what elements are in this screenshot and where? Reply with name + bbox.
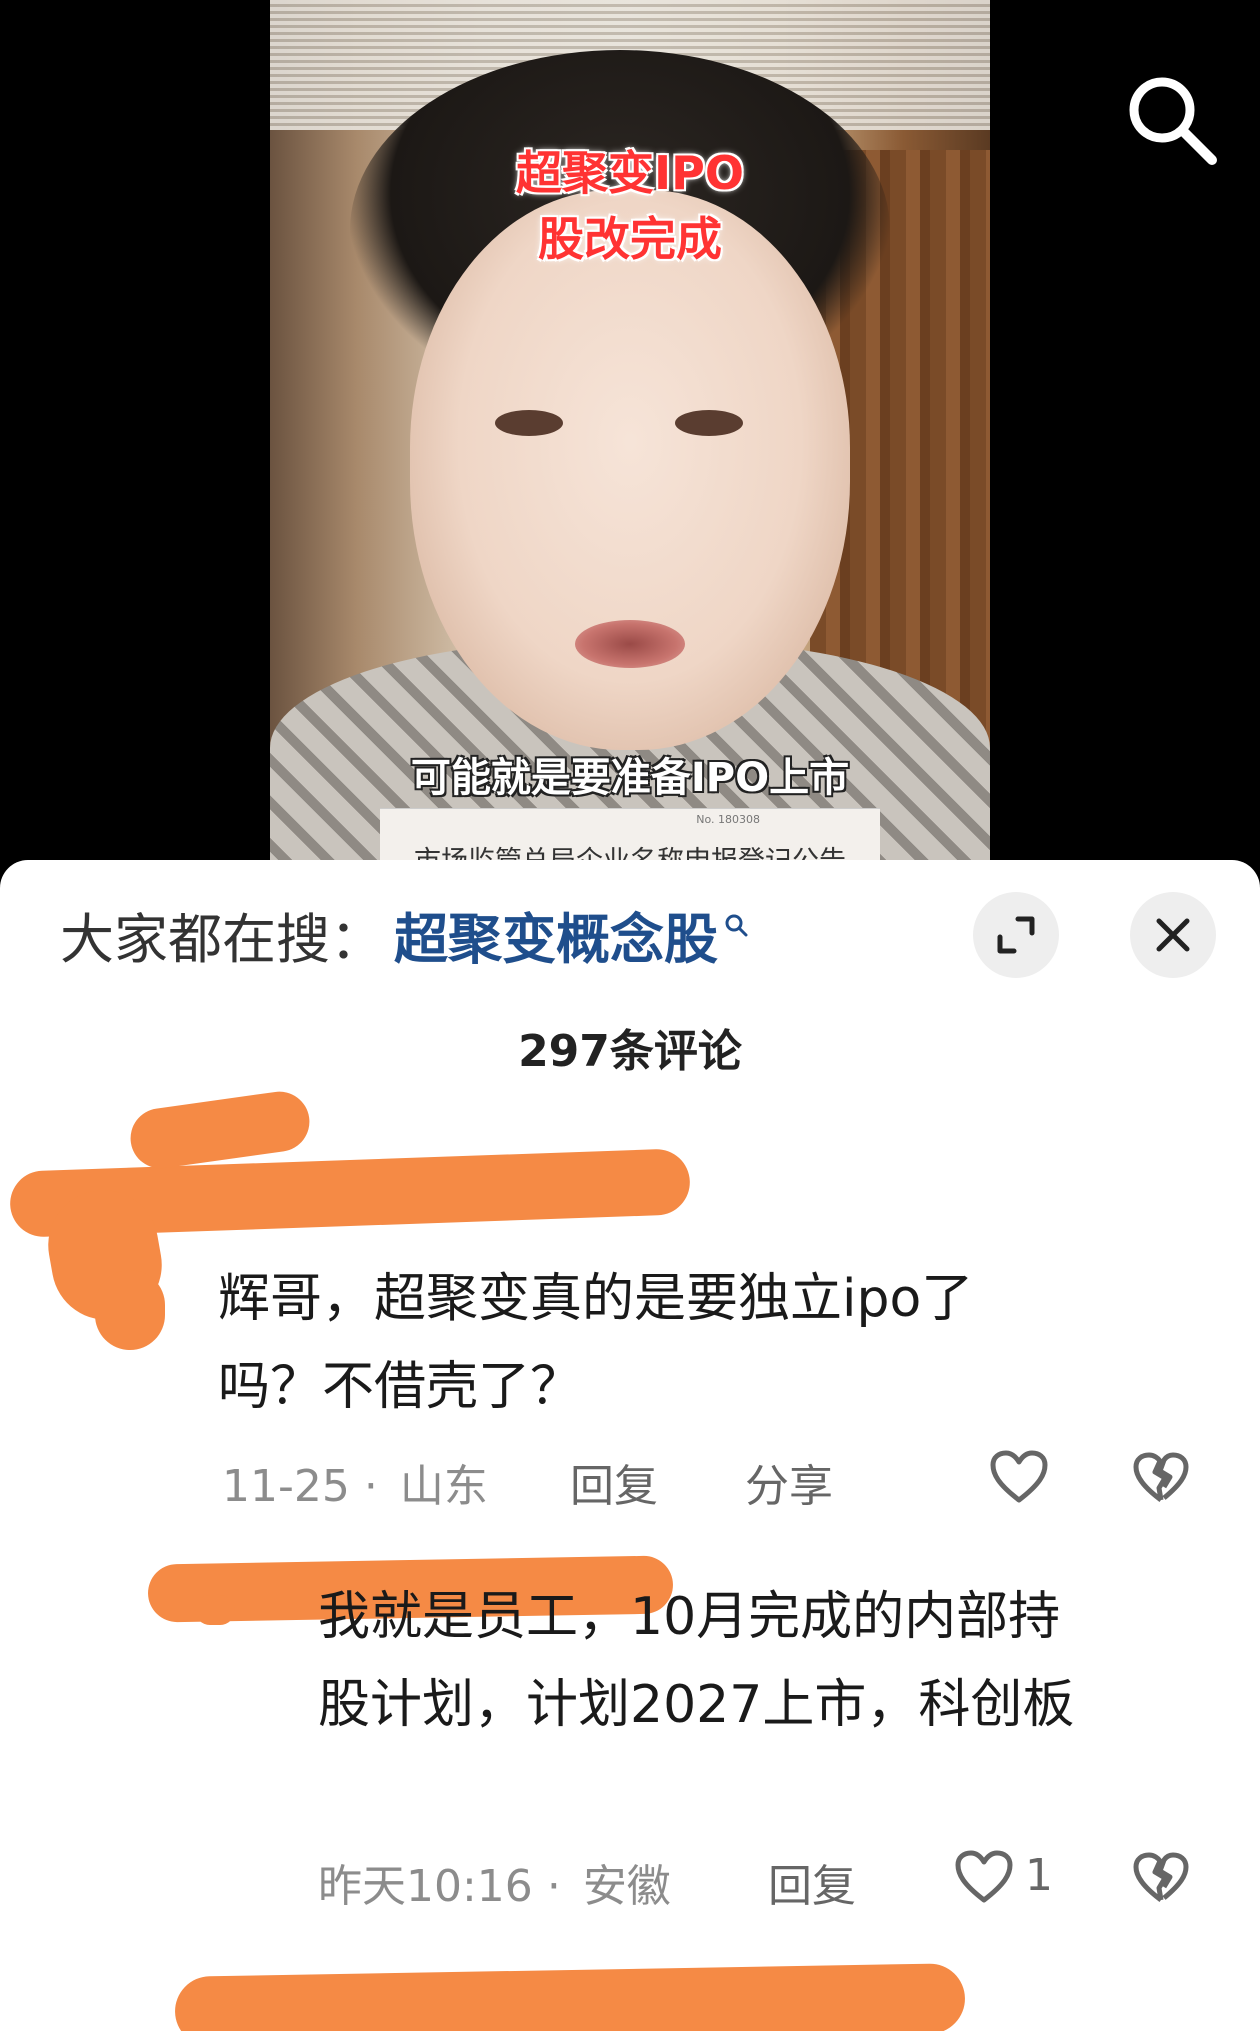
- comment-line: 股计划，计划2027上市，科创板: [318, 1675, 1075, 1735]
- hot-search-bar[interactable]: 大家都在搜： 超聚变概念股: [60, 905, 748, 975]
- reply-button[interactable]: 回复: [570, 1450, 658, 1514]
- comment-count: 297条评论: [518, 1026, 742, 1077]
- expand-button[interactable]: [973, 892, 1059, 978]
- video-subtitle: 可能就是要准备IPO上市: [410, 755, 850, 801]
- comment-date: 11-25: [222, 1461, 350, 1512]
- comment-date: 昨天10:16: [318, 1861, 533, 1912]
- small-search-icon: [725, 914, 748, 937]
- heart-icon: [990, 1450, 1048, 1503]
- dislike-button[interactable]: [1133, 1452, 1189, 1508]
- redacted-username: [174, 1963, 966, 2031]
- comment-location: 山东: [399, 1461, 488, 1512]
- redacted-avatar: [95, 1270, 165, 1350]
- like-button[interactable]: [990, 1450, 1048, 1508]
- comment-line: 我就是员工，10月完成的内部持: [318, 1587, 1061, 1647]
- expand-icon: [997, 916, 1035, 954]
- broken-heart-icon: [1133, 1452, 1189, 1502]
- comment-text: 我就是员工，10月完成的内部持 股计划，计划2027上市，科创板: [318, 1573, 1198, 1749]
- close-icon: [1156, 918, 1190, 952]
- document-number: No. 180308: [696, 813, 760, 826]
- broken-heart-icon: [1133, 1852, 1189, 1902]
- reply-button[interactable]: 回复: [768, 1850, 856, 1914]
- meta-separator: ·: [363, 1461, 378, 1512]
- video-frame[interactable]: 超聚变IPO 股改完成 可能就是要准备IPO上市 No. 180308 市场监管…: [270, 0, 990, 880]
- dislike-button[interactable]: [1133, 1852, 1189, 1908]
- person-mouth: [575, 620, 685, 668]
- hot-search-label: 大家都在搜：: [60, 908, 384, 971]
- comment-text: 辉哥，超聚变真的是要独立ipo了 吗？不借壳了？: [218, 1255, 1178, 1431]
- comment-meta: 11-25 · 山东: [222, 1450, 488, 1514]
- hot-search-keyword[interactable]: 超聚变概念股: [394, 908, 718, 971]
- comment-location: 安徽: [582, 1861, 671, 1912]
- like-button[interactable]: [955, 1850, 1013, 1908]
- comment-line: 辉哥，超聚变真的是要独立ipo了: [218, 1269, 974, 1329]
- video-title-line2: 股改完成: [538, 212, 722, 266]
- redacted-username: [126, 1087, 314, 1173]
- video-title-line1: 超聚变IPO: [516, 146, 744, 200]
- comment-line: 吗？不借壳了？: [218, 1357, 583, 1417]
- search-button[interactable]: [1124, 72, 1220, 168]
- like-count: 1: [1025, 1850, 1053, 1901]
- person-eye-left: [495, 410, 563, 436]
- person-eye-right: [675, 410, 743, 436]
- redacted-avatar: [195, 1595, 235, 1625]
- search-icon: [1129, 77, 1217, 165]
- comments-sheet: 大家都在搜： 超聚变概念股 297条评论 辉哥，超聚变真的是要独立ipo了 吗？不…: [0, 860, 1260, 2031]
- share-button[interactable]: 分享: [745, 1450, 833, 1514]
- heart-icon: [955, 1850, 1013, 1903]
- video-player[interactable]: 超聚变IPO 股改完成 可能就是要准备IPO上市 No. 180308 市场监管…: [0, 0, 1260, 880]
- meta-separator: ·: [546, 1861, 561, 1912]
- close-button[interactable]: [1130, 892, 1216, 978]
- comment-meta: 昨天10:16 · 安徽: [318, 1850, 671, 1914]
